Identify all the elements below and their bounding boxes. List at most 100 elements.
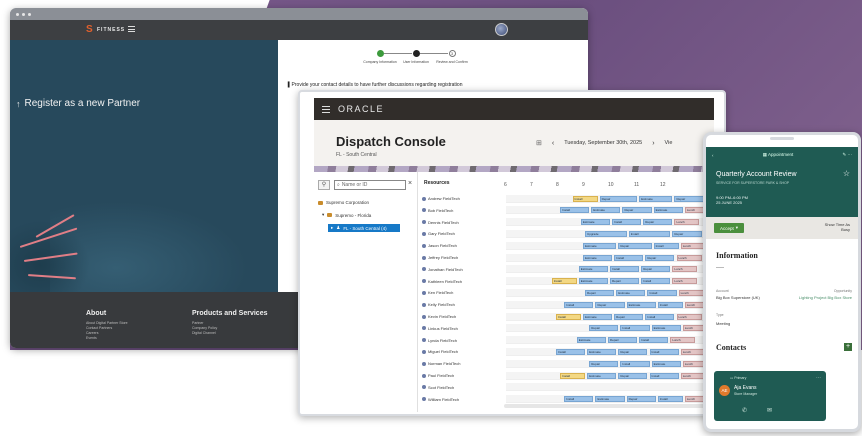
activity-block[interactable]: Install [560,207,590,214]
activity-block[interactable]: Lunch [676,254,702,261]
activity-block[interactable]: Repair [610,278,640,285]
resource-name[interactable]: Andrew FieldTech [422,196,506,201]
hierarchy-icon[interactable]: ⊞ [536,139,542,147]
menu-icon[interactable] [128,26,135,32]
activity-block[interactable]: Repair [618,242,652,249]
show-time-as[interactable]: Show Time As Busy [825,222,850,232]
brand-logo[interactable]: S FITNESS [86,25,125,35]
activity-block[interactable]: Install [647,289,677,296]
resource-name[interactable]: William FieldTech [422,397,506,402]
activity-block[interactable]: Install [551,278,577,285]
resource-row[interactable]: Miguel FieldTech Install Estimate Repair Ins… [422,347,714,356]
activity-block[interactable]: Estimate [616,289,646,296]
activity-block[interactable]: Estimate [580,219,610,226]
resource-name[interactable]: Jeffrey FieldTech [422,255,506,260]
resource-row[interactable]: Norman FieldTech Repair Install Estimate Lun… [422,359,714,368]
resource-name[interactable]: Norman FieldTech [422,361,506,366]
resource-row[interactable]: Andrew FieldTech Install Repair Estimate Rep… [422,194,714,203]
activity-block[interactable]: Repair [589,325,619,332]
activity-block[interactable]: Lunch [672,278,698,285]
resource-name[interactable]: Kelly FieldTech [422,302,506,307]
window-dot-icon[interactable] [28,12,31,16]
activity-block[interactable]: Install [614,254,644,261]
hamburger-menu-icon[interactable] [322,105,330,113]
email-icon[interactable]: ✉ [767,407,772,414]
opportunity-link[interactable]: Lighting Project Big Box Store [794,295,852,300]
activity-block[interactable]: Repair [589,360,619,367]
resource-row[interactable]: Jonathan FieldTech Estimate Install Repair L… [422,265,714,274]
resource-row[interactable]: Ken FieldTech Repair Estimate Install Lunch [422,288,714,297]
resource-row[interactable]: Scot FieldTech [422,383,714,392]
resource-row[interactable]: Jason FieldTech Estimate Repair Install Lunc… [422,241,714,250]
resource-row[interactable]: Lynda FieldTech Estimate Repair Install Lunc… [422,336,714,345]
activity-block[interactable]: Upgrade [585,230,627,237]
activity-block[interactable]: Install [620,325,650,332]
activity-block[interactable]: Repair [645,254,675,261]
resource-row[interactable]: Paul FieldTech Install Estimate Repair Insta… [422,371,714,380]
resource-row[interactable]: Kelly FieldTech Install Repair Estimate Inst… [422,300,714,309]
chevron-left-icon[interactable]: ‹ [712,153,714,158]
activity-block[interactable]: Repair [618,372,648,379]
resource-name[interactable]: Kevin FieldTech [422,314,506,319]
search-field[interactable]: ⌕ Name or ID [334,180,406,190]
activity-block[interactable]: Estimate [591,207,621,214]
account-value[interactable]: Big Box Superstore (UK) [716,295,760,300]
step-review[interactable]: 3 Review and Confirm [434,50,470,64]
activity-block[interactable]: Install [645,313,675,320]
activity-block[interactable]: Repair [641,266,671,273]
resource-row[interactable]: Dennis FieldTech Estimate Install Repair Lun… [422,218,714,227]
horizontal-scrollbar[interactable] [504,404,710,408]
resource-name[interactable]: Ken FieldTech [422,290,506,295]
resource-name[interactable]: Miguel FieldTech [422,349,506,354]
resource-name[interactable]: Jason FieldTech [422,243,506,248]
activity-block[interactable]: Estimate [576,337,606,344]
contact-card[interactable]: ▭ Primary ⋯ AE Aja Evans Store Manager ✆… [714,371,826,421]
activity-block[interactable]: Lunch [676,313,702,320]
activity-block[interactable]: Install [639,337,669,344]
resource-name[interactable]: Lynda FieldTech [422,338,506,343]
activity-block[interactable]: Lunch [670,337,696,344]
activity-block[interactable]: Estimate [582,254,613,261]
activity-block[interactable]: Install [620,360,650,367]
resource-name[interactable]: Scot FieldTech [422,385,506,390]
activity-block[interactable]: Repair [585,289,615,296]
oracle-logo[interactable]: ORACLE [338,104,384,114]
close-icon[interactable]: × [408,180,412,187]
activity-block[interactable]: Lunch [678,289,704,296]
more-icon[interactable]: ⋯ [848,152,853,157]
activity-block[interactable]: Install [560,372,586,379]
step-user[interactable]: User Information [398,50,448,64]
footer-link[interactable]: Events [86,336,128,341]
activity-block[interactable]: Install [610,266,640,273]
activity-block[interactable]: Repair [607,337,638,344]
activity-block[interactable]: Repair [618,348,648,355]
activity-block[interactable]: Install [649,348,679,355]
activity-block[interactable]: Estimate [653,207,683,214]
step-company[interactable]: Company Information [362,50,412,64]
activity-block[interactable]: Estimate [582,313,613,320]
activity-block[interactable]: Estimate [587,348,617,355]
activity-block[interactable]: Install [641,278,671,285]
activity-block[interactable]: Repair [626,396,656,403]
accept-button[interactable]: Accept ▾ [714,223,744,233]
activity-block[interactable]: Install [653,242,679,249]
star-icon[interactable]: ☆ [843,169,850,178]
resource-row[interactable]: Kevin FieldTech Install Estimate Repair Inst… [422,312,714,321]
activity-block[interactable]: Install [612,219,642,226]
activity-block[interactable]: Install [657,396,683,403]
activity-block[interactable]: Install [564,396,594,403]
activity-block[interactable]: Repair [672,230,702,237]
activity-block[interactable]: Install [555,348,586,355]
activity-block[interactable]: Estimate [639,195,673,202]
activity-block[interactable]: Lunch [674,219,700,226]
resource-name[interactable]: Gary FieldTech [422,231,506,236]
phone-icon[interactable]: ✆ [742,407,747,414]
activity-block[interactable]: Estimate [582,242,617,249]
resource-name[interactable]: Kathleen FieldTech [422,279,506,284]
activity-block[interactable]: Estimate [626,301,656,308]
tree-item-corporation[interactable]: Supremo Corporation [318,200,369,205]
activity-block[interactable]: Estimate [595,396,625,403]
window-dot-icon[interactable] [16,12,19,16]
activity-block[interactable]: Lunch [680,348,706,355]
resource-row[interactable]: Kathleen FieldTech Install Estimate Repair I… [422,277,714,286]
